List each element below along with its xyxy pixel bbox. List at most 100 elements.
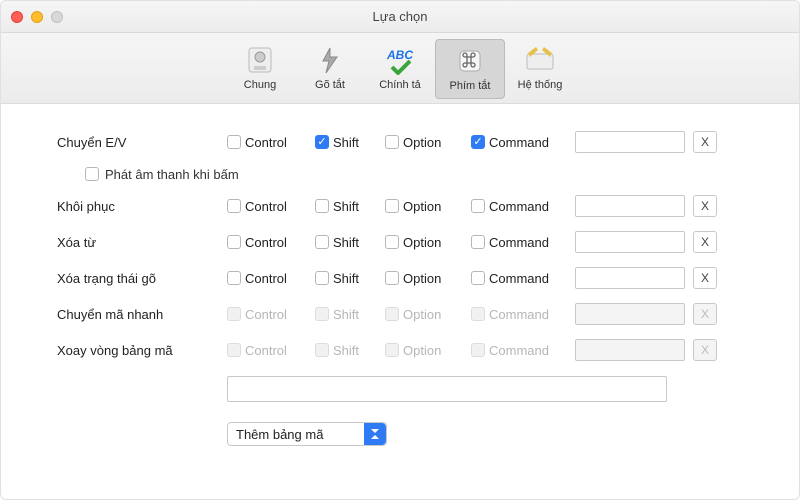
checkbox-icon bbox=[471, 307, 485, 321]
tab-macros[interactable]: Gõ tắt bbox=[295, 39, 365, 97]
titlebar: Lựa chọn bbox=[1, 1, 799, 33]
checkbox-icon bbox=[227, 307, 241, 321]
modifier-shift: Shift bbox=[315, 307, 371, 322]
modifier-shift[interactable]: Shift bbox=[315, 235, 371, 250]
modifier-control[interactable]: Control bbox=[227, 199, 301, 214]
checkbox-icon: ✓ bbox=[315, 135, 329, 149]
modifier-shift[interactable]: ✓ Shift bbox=[315, 135, 371, 150]
modifier-option[interactable]: Option bbox=[385, 271, 457, 286]
shortcut-row-quick-convert: Chuyển mã nhanh Control Shift Option Com… bbox=[57, 296, 759, 332]
shortcut-row-delete-word: Xóa từ Control Shift Option Command X bbox=[57, 224, 759, 260]
checkbox-icon bbox=[315, 199, 329, 213]
close-icon[interactable] bbox=[11, 11, 23, 23]
encoding-list-input[interactable] bbox=[227, 376, 667, 402]
shortcut-label: Xóa từ bbox=[57, 235, 227, 250]
sound-on-press-row: Phát âm thanh khi bấm bbox=[57, 160, 759, 188]
checkbox-icon bbox=[315, 235, 329, 249]
checkbox-icon[interactable] bbox=[85, 167, 99, 181]
clear-button: X bbox=[693, 339, 717, 361]
modifier-command[interactable]: Command bbox=[471, 199, 565, 214]
window-title: Lựa chọn bbox=[1, 9, 799, 24]
shortcut-row-cycle-encoding: Xoay vòng bảng mã Control Shift Option C… bbox=[57, 332, 759, 368]
checkbox-icon: ✓ bbox=[471, 135, 485, 149]
modifiers: Control Shift Option Command bbox=[227, 199, 565, 214]
checkbox-icon bbox=[227, 343, 241, 357]
modifiers: Control Shift Option Command bbox=[227, 307, 565, 322]
checkbox-icon bbox=[385, 135, 399, 149]
clear-button[interactable]: X bbox=[693, 231, 717, 253]
modifier-control[interactable]: Control bbox=[227, 271, 301, 286]
shortcut-label: Khôi phục bbox=[57, 199, 227, 214]
clear-button: X bbox=[693, 303, 717, 325]
checkbox-icon bbox=[471, 235, 485, 249]
tab-spelling[interactable]: ABC Chính tả bbox=[365, 39, 435, 97]
modifier-command[interactable]: Command bbox=[471, 235, 565, 250]
svg-text:ABC: ABC bbox=[386, 48, 413, 62]
tab-shortcuts[interactable]: Phím tắt bbox=[435, 39, 505, 99]
modifier-option[interactable]: Option bbox=[385, 135, 457, 150]
modifier-command: Command bbox=[471, 307, 565, 322]
dropdown-selected: Thêm bảng mã bbox=[228, 427, 364, 442]
add-encoding-dropdown[interactable]: Thêm bảng mã bbox=[227, 422, 387, 446]
checkbox-icon bbox=[227, 271, 241, 285]
abc-check-icon: ABC bbox=[367, 43, 433, 77]
modifiers: Control Shift Option Command bbox=[227, 343, 565, 358]
shortcut-label: Chuyển E/V bbox=[57, 135, 227, 150]
shortcut-label: Xóa trạng thái gõ bbox=[57, 271, 227, 286]
tab-system[interactable]: Hệ thống bbox=[505, 39, 575, 97]
checkbox-icon bbox=[471, 199, 485, 213]
modifier-option: Option bbox=[385, 307, 457, 322]
window-controls bbox=[11, 11, 63, 23]
tab-label: Gõ tắt bbox=[297, 79, 363, 91]
lightning-icon bbox=[297, 43, 363, 77]
shortcut-label: Xoay vòng bảng mã bbox=[57, 343, 227, 358]
tab-label: Phím tắt bbox=[438, 80, 502, 92]
modifier-control[interactable]: Control bbox=[227, 135, 301, 150]
modifier-control: Control bbox=[227, 343, 301, 358]
checkbox-icon bbox=[385, 271, 399, 285]
checkbox-icon bbox=[227, 199, 241, 213]
clear-button[interactable]: X bbox=[693, 195, 717, 217]
modifier-option: Option bbox=[385, 343, 457, 358]
modifiers: Control ✓ Shift Option ✓ Command bbox=[227, 135, 565, 150]
shortcut-row-toggle-ev: Chuyển E/V Control ✓ Shift Option ✓ Comm… bbox=[57, 124, 759, 160]
modifier-option[interactable]: Option bbox=[385, 235, 457, 250]
checkbox-icon bbox=[315, 271, 329, 285]
checkbox-icon bbox=[471, 271, 485, 285]
tab-general[interactable]: Chung bbox=[225, 39, 295, 97]
checkbox-icon bbox=[315, 343, 329, 357]
system-tools-icon bbox=[507, 43, 573, 77]
checkbox-icon bbox=[385, 343, 399, 357]
gear-switch-icon bbox=[227, 43, 293, 77]
shortcut-row-clear-state: Xóa trạng thái gõ Control Shift Option C… bbox=[57, 260, 759, 296]
modifier-command: Command bbox=[471, 343, 565, 358]
command-key-icon bbox=[438, 44, 502, 78]
modifier-shift[interactable]: Shift bbox=[315, 271, 371, 286]
key-input[interactable] bbox=[575, 195, 685, 217]
modifier-option[interactable]: Option bbox=[385, 199, 457, 214]
zoom-icon bbox=[51, 11, 63, 23]
modifier-control[interactable]: Control bbox=[227, 235, 301, 250]
checkbox-icon bbox=[227, 135, 241, 149]
checkbox-icon bbox=[385, 307, 399, 321]
sound-label[interactable]: Phát âm thanh khi bấm bbox=[105, 167, 239, 182]
minimize-icon[interactable] bbox=[31, 11, 43, 23]
modifier-command[interactable]: ✓ Command bbox=[471, 135, 565, 150]
key-input[interactable] bbox=[575, 267, 685, 289]
modifier-shift[interactable]: Shift bbox=[315, 199, 371, 214]
preferences-window: Lựa chọn Chung Gõ tắt bbox=[0, 0, 800, 500]
modifier-shift: Shift bbox=[315, 343, 371, 358]
key-input[interactable] bbox=[575, 231, 685, 253]
clear-button[interactable]: X bbox=[693, 131, 717, 153]
checkbox-icon bbox=[385, 199, 399, 213]
checkbox-icon bbox=[315, 307, 329, 321]
checkbox-icon bbox=[385, 235, 399, 249]
clear-button[interactable]: X bbox=[693, 267, 717, 289]
shortcut-row-restore: Khôi phục Control Shift Option Command X bbox=[57, 188, 759, 224]
tab-label: Chính tả bbox=[367, 79, 433, 91]
modifier-command[interactable]: Command bbox=[471, 271, 565, 286]
toolbar: Chung Gõ tắt ABC Chính tả bbox=[1, 33, 799, 104]
key-input[interactable] bbox=[575, 131, 685, 153]
checkbox-icon bbox=[227, 235, 241, 249]
chevron-down-icon bbox=[364, 423, 386, 445]
